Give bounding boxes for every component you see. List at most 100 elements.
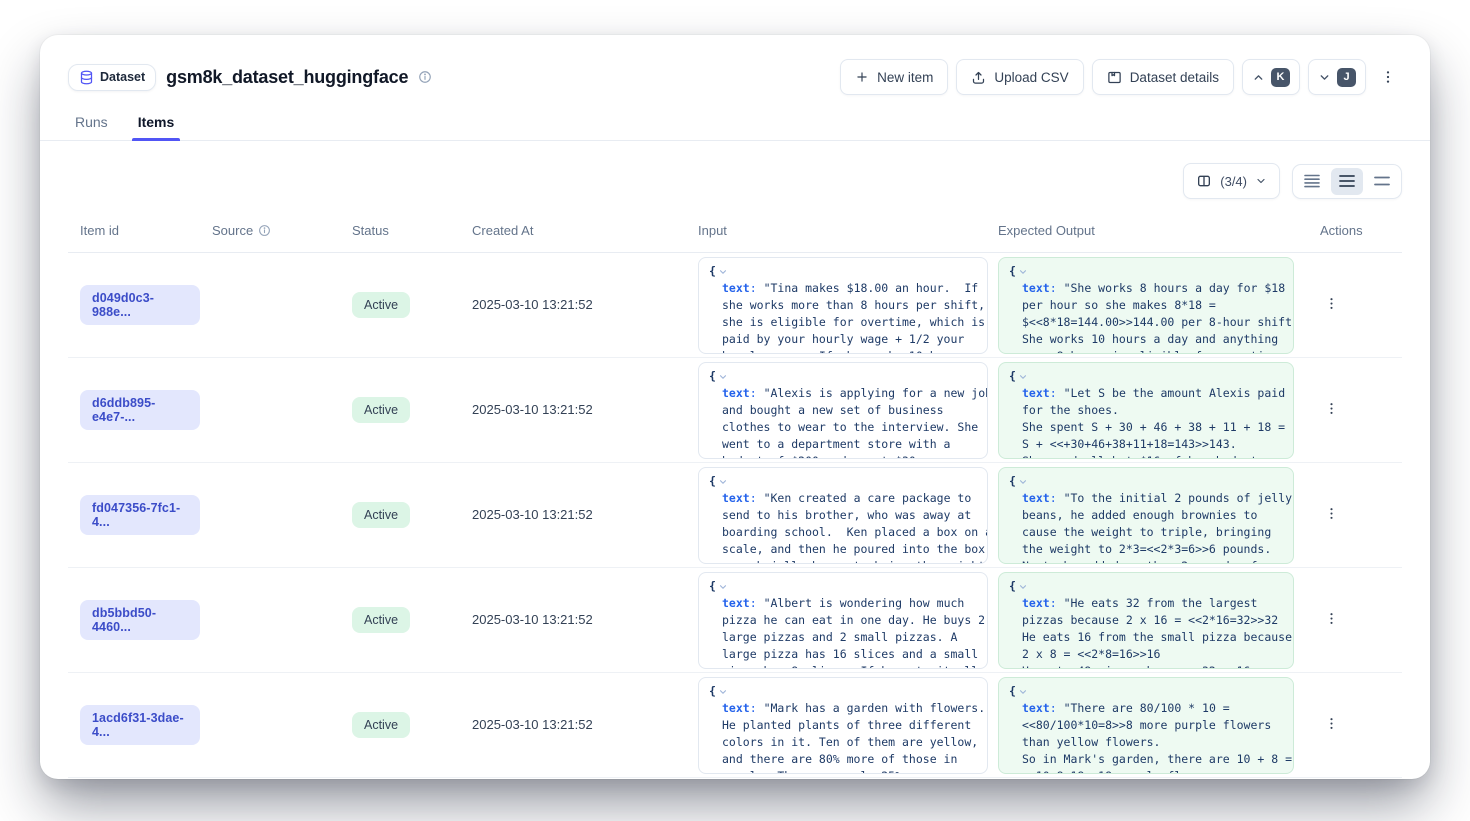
output-code[interactable]: { text: "She works 8 hours a day for $18…: [998, 257, 1294, 354]
previous-item-button[interactable]: K: [1242, 59, 1300, 95]
collapse-chevron-icon[interactable]: [1018, 477, 1028, 487]
item-id-badge[interactable]: d6ddb895-e4e7-...: [80, 390, 200, 430]
input-code[interactable]: { text: "Albert is wondering how much pi…: [698, 572, 988, 669]
input-json-text: text: "Albert is wondering how much pizz…: [709, 595, 977, 669]
output-code[interactable]: { text: "He eats 32 from the largest piz…: [998, 572, 1294, 669]
row-height-medium-button[interactable]: [1331, 168, 1363, 195]
created-at-value: 2025-03-10 13:21:52: [472, 297, 593, 312]
collapse-chevron-icon[interactable]: [1018, 267, 1028, 277]
created-at-value: 2025-03-10 13:21:52: [472, 402, 593, 417]
item-id-badge[interactable]: db5bbd50-4460...: [80, 600, 200, 640]
chevron-up-icon: [1252, 71, 1265, 84]
table-body: d049d0c3-988e... Active 2025-03-10 13:21…: [68, 253, 1402, 778]
input-code[interactable]: { text: "Mark has a garden with flowers.…: [698, 677, 988, 774]
expected-output-cell: { text: "She works 8 hours a day for $18…: [986, 257, 1292, 354]
header-more-actions-button[interactable]: [1374, 59, 1402, 95]
table-row[interactable]: fd047356-7fc1-4... Active 2025-03-10 13:…: [68, 463, 1402, 568]
dataset-type-badge: Dataset: [68, 64, 156, 91]
columns-visibility-button[interactable]: (3/4): [1183, 163, 1280, 199]
chevron-down-icon: [1318, 71, 1331, 84]
status-badge: Active: [352, 502, 410, 528]
created-at-value: 2025-03-10 13:21:52: [472, 612, 593, 627]
json-open-brace: {: [1009, 474, 1283, 490]
collapse-chevron-icon[interactable]: [718, 687, 728, 697]
items-table: Item id Source Status Created At Input E…: [68, 211, 1402, 778]
status-badge: Active: [352, 712, 410, 738]
row-actions-button[interactable]: [1320, 292, 1343, 318]
column-header-actions: Actions: [1292, 223, 1402, 238]
title-info-icon[interactable]: [418, 70, 432, 84]
expected-output-cell: { text: "Let S be the amount Alexis paid…: [986, 362, 1292, 459]
status-badge: Active: [352, 292, 410, 318]
kebab-menu-icon: [1324, 716, 1339, 731]
status-cell: Active: [340, 712, 460, 738]
item-id-badge[interactable]: 1acd6f31-3dae-4...: [80, 705, 200, 745]
status-cell: Active: [340, 502, 460, 528]
row-height-segmented-control: [1292, 164, 1402, 199]
collapse-chevron-icon[interactable]: [1018, 372, 1028, 382]
collapse-chevron-icon[interactable]: [718, 477, 728, 487]
output-json-text: text: "To the initial 2 pounds of jelly …: [1009, 490, 1283, 564]
table-row[interactable]: 1acd6f31-3dae-4... Active 2025-03-10 13:…: [68, 673, 1402, 778]
column-header-created-at: Created At: [460, 223, 686, 238]
source-info-icon[interactable]: [258, 224, 271, 237]
dataset-details-icon: [1107, 70, 1122, 85]
density-default-icon: [1339, 174, 1355, 188]
shortcut-j-chip: J: [1337, 68, 1356, 87]
columns-icon: [1196, 173, 1212, 189]
output-code[interactable]: { text: "To the initial 2 pounds of jell…: [998, 467, 1294, 564]
table-row[interactable]: db5bbd50-4460... Active 2025-03-10 13:21…: [68, 568, 1402, 673]
row-actions-button[interactable]: [1320, 397, 1343, 423]
json-open-brace: {: [709, 684, 977, 700]
page-header: Dataset gsm8k_dataset_huggingface New it…: [68, 57, 1402, 97]
tab-items[interactable]: Items: [136, 112, 177, 140]
output-code[interactable]: { text: "There are 80/100 * 10 = <<80/10…: [998, 677, 1294, 774]
tab-runs[interactable]: Runs: [73, 112, 110, 140]
status-badge: Active: [352, 397, 410, 423]
created-at-cell: 2025-03-10 13:21:52: [460, 296, 686, 314]
input-code[interactable]: { text: "Alexis is applying for a new jo…: [698, 362, 988, 459]
kebab-menu-icon: [1324, 611, 1339, 626]
row-height-small-button[interactable]: [1296, 168, 1328, 195]
collapse-chevron-icon[interactable]: [1018, 687, 1028, 697]
output-json-text: text: "There are 80/100 * 10 = <<80/100*…: [1009, 700, 1283, 774]
collapse-chevron-icon[interactable]: [718, 267, 728, 277]
input-cell: { text: "Albert is wondering how much pi…: [686, 572, 986, 669]
input-json-text: text: "Alexis is applying for a new job …: [709, 385, 977, 459]
input-cell: { text: "Tina makes $18.00 an hour. If s…: [686, 257, 986, 354]
new-item-button[interactable]: New item: [840, 59, 948, 95]
next-item-button[interactable]: J: [1308, 59, 1366, 95]
json-open-brace: {: [1009, 264, 1283, 280]
upload-csv-button[interactable]: Upload CSV: [956, 59, 1083, 95]
actions-cell: [1292, 292, 1402, 318]
created-at-value: 2025-03-10 13:21:52: [472, 717, 593, 732]
table-row[interactable]: d049d0c3-988e... Active 2025-03-10 13:21…: [68, 253, 1402, 358]
item-id-cell: fd047356-7fc1-4...: [68, 495, 200, 535]
collapse-chevron-icon[interactable]: [718, 582, 728, 592]
database-icon: [79, 70, 94, 85]
collapse-chevron-icon[interactable]: [718, 372, 728, 382]
expected-output-cell: { text: "To the initial 2 pounds of jell…: [986, 467, 1292, 564]
dataset-details-button[interactable]: Dataset details: [1092, 59, 1234, 95]
row-height-large-button[interactable]: [1366, 168, 1398, 195]
density-expanded-icon: [1374, 174, 1390, 188]
columns-count-label: (3/4): [1220, 174, 1247, 189]
output-code[interactable]: { text: "Let S be the amount Alexis paid…: [998, 362, 1294, 459]
created-at-cell: 2025-03-10 13:21:52: [460, 401, 686, 419]
input-code[interactable]: { text: "Tina makes $18.00 an hour. If s…: [698, 257, 988, 354]
item-id-badge[interactable]: d049d0c3-988e...: [80, 285, 200, 325]
expected-output-cell: { text: "He eats 32 from the largest piz…: [986, 572, 1292, 669]
row-actions-button[interactable]: [1320, 607, 1343, 633]
kebab-menu-icon: [1380, 69, 1396, 85]
json-open-brace: {: [1009, 684, 1283, 700]
actions-cell: [1292, 502, 1402, 528]
kebab-menu-icon: [1324, 401, 1339, 416]
column-header-expected-output: Expected Output: [986, 223, 1292, 238]
item-id-badge[interactable]: fd047356-7fc1-4...: [80, 495, 200, 535]
table-row[interactable]: d6ddb895-e4e7-... Active 2025-03-10 13:2…: [68, 358, 1402, 463]
input-code[interactable]: { text: "Ken created a care package to s…: [698, 467, 988, 564]
collapse-chevron-icon[interactable]: [1018, 582, 1028, 592]
row-actions-button[interactable]: [1320, 712, 1343, 738]
row-actions-button[interactable]: [1320, 502, 1343, 528]
created-at-cell: 2025-03-10 13:21:52: [460, 506, 686, 524]
